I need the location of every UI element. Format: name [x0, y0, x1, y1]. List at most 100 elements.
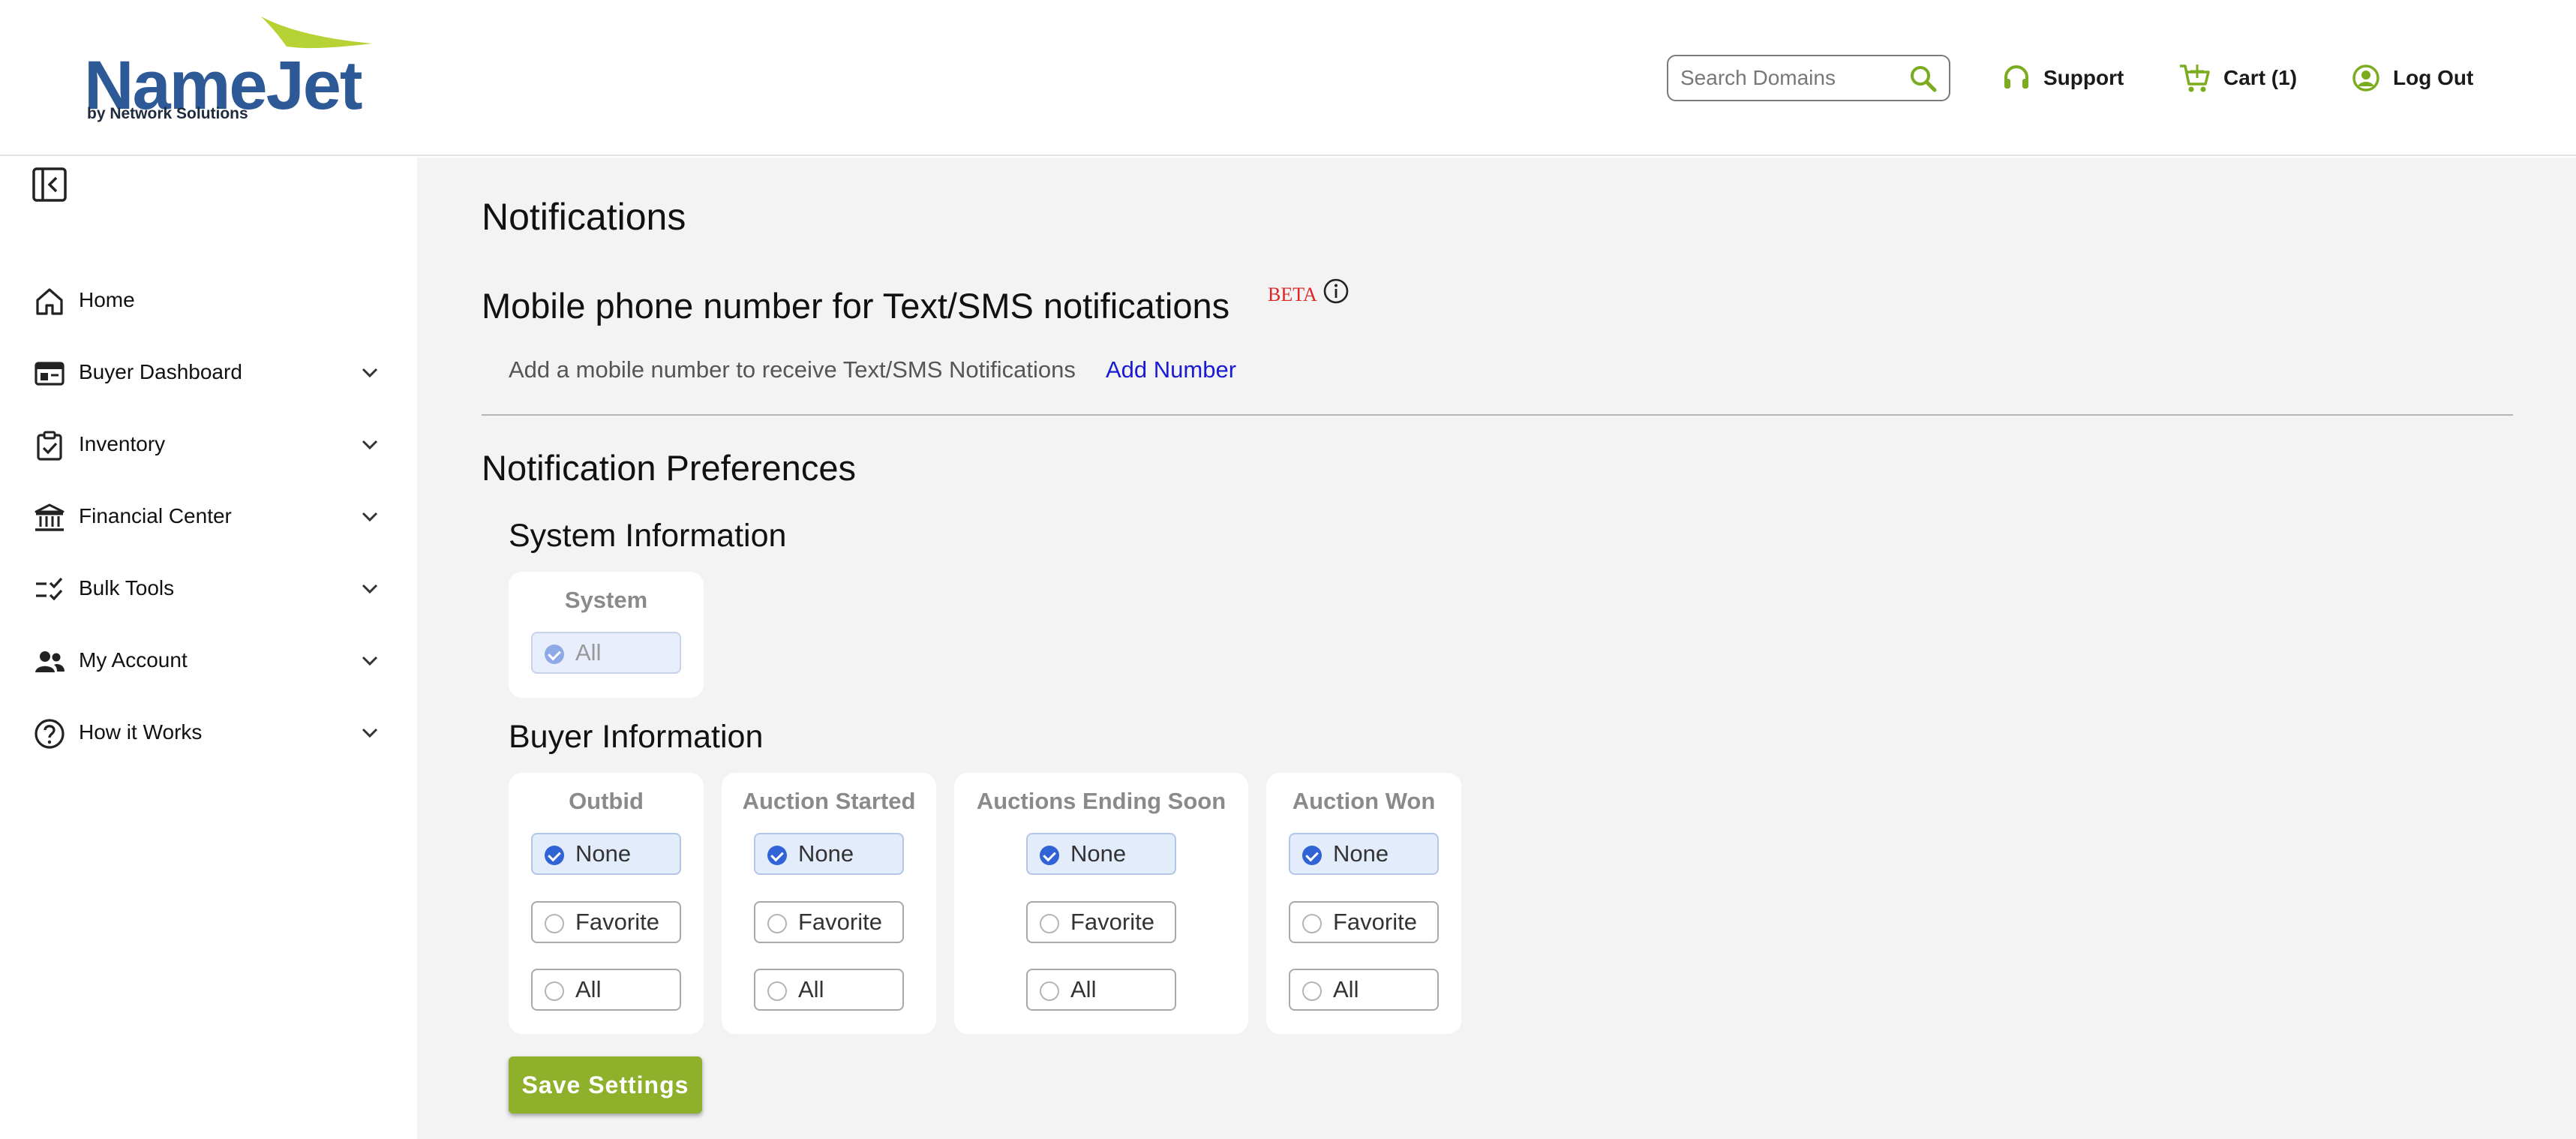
outbid-card: Outbid None Favorite All: [509, 773, 704, 1034]
radio-empty-icon: [545, 981, 564, 1001]
sidebar: Home Buyer Dashboard Inventory Financial…: [0, 158, 417, 1139]
sidebar-item-inventory[interactable]: Inventory: [0, 414, 417, 474]
preferences-heading: Notification Preferences: [482, 448, 856, 488]
auction-won-option-favorite[interactable]: Favorite: [1289, 901, 1439, 943]
outbid-option-favorite[interactable]: Favorite: [531, 901, 681, 943]
option-label: Favorite: [798, 909, 882, 935]
outbid-option-none[interactable]: None: [531, 833, 681, 875]
dashboard-icon: [35, 362, 65, 386]
buyer-info-heading: Buyer Information: [509, 719, 764, 755]
cart-icon: [2180, 65, 2210, 92]
user-circle-icon: [2352, 65, 2379, 92]
users-icon: [35, 651, 65, 672]
auction-started-card: Auction Started None Favorite All: [722, 773, 936, 1034]
option-label: All: [798, 976, 824, 1002]
option-label: None: [1070, 840, 1127, 867]
radio-empty-icon: [1302, 981, 1322, 1001]
chevron-down-icon: [362, 440, 378, 450]
auction-won-option-none[interactable]: None: [1289, 833, 1439, 875]
bank-icon: [35, 503, 65, 531]
option-label: None: [798, 840, 854, 867]
option-label: Favorite: [1070, 909, 1154, 935]
ending-soon-option-none[interactable]: None: [1026, 833, 1176, 875]
auction-started-option-all[interactable]: All: [754, 969, 904, 1011]
checklist-icon: [36, 577, 63, 601]
support-label: Support: [2043, 66, 2124, 89]
option-label: None: [1333, 840, 1389, 867]
support-link[interactable]: Support: [2001, 57, 2124, 99]
sidebar-item-how-it-works[interactable]: How it Works: [0, 702, 417, 762]
system-info-heading: System Information: [509, 518, 787, 554]
check-circle-icon: [545, 846, 564, 865]
check-circle-icon: [767, 846, 787, 865]
collapse-sidebar-icon[interactable]: [32, 167, 68, 203]
sidebar-item-my-account[interactable]: My Account: [0, 630, 417, 690]
sms-heading: Mobile phone number for Text/SMS notific…: [482, 286, 1230, 326]
ending-soon-option-favorite[interactable]: Favorite: [1026, 901, 1176, 943]
search-icon[interactable]: [1908, 64, 1938, 94]
headset-icon: [2004, 65, 2028, 89]
option-label: All: [575, 976, 602, 1002]
option-label: All: [575, 639, 602, 666]
clipboard-check-icon: [37, 431, 62, 461]
auction-started-option-none[interactable]: None: [754, 833, 904, 875]
auction-started-option-favorite[interactable]: Favorite: [754, 901, 904, 943]
sidebar-item-label: Home: [79, 288, 135, 311]
logout-link[interactable]: Log Out: [2351, 57, 2473, 99]
outbid-card-title: Outbid: [569, 788, 644, 814]
cart-link[interactable]: Cart (1): [2178, 57, 2297, 99]
system-option-all: All: [531, 632, 681, 674]
sidebar-item-label: Inventory: [79, 432, 166, 455]
chevron-down-icon: [362, 584, 378, 594]
search-input[interactable]: [1680, 62, 1905, 94]
option-label: None: [575, 840, 632, 867]
auction-won-card-title: Auction Won: [1292, 788, 1436, 814]
sidebar-item-bulk-tools[interactable]: Bulk Tools: [0, 558, 417, 618]
question-circle-icon: [35, 719, 65, 749]
sidebar-item-home[interactable]: Home: [0, 270, 417, 330]
chevron-down-icon: [362, 512, 378, 522]
radio-empty-icon: [767, 914, 787, 933]
option-label: Favorite: [575, 909, 659, 935]
radio-empty-icon: [1040, 981, 1059, 1001]
save-settings-button[interactable]: Save Settings: [509, 1056, 702, 1113]
radio-empty-icon: [545, 914, 564, 933]
check-circle-icon: [1302, 846, 1322, 865]
option-label: Favorite: [1333, 909, 1417, 935]
beta-badge: BETA: [1268, 284, 1317, 305]
sidebar-item-financial-center[interactable]: Financial Center: [0, 486, 417, 546]
auctions-ending-soon-card: Auctions Ending Soon None Favorite All: [954, 773, 1248, 1034]
cart-label: Cart (1): [2223, 66, 2298, 89]
sidebar-item-label: How it Works: [79, 720, 203, 744]
logo-tagline: by Network Solutions: [87, 105, 248, 122]
option-label: All: [1070, 976, 1097, 1002]
radio-empty-icon: [1302, 914, 1322, 933]
add-number-link[interactable]: Add Number: [1106, 356, 1236, 383]
check-circle-icon: [1040, 846, 1059, 865]
sms-prompt: Add a mobile number to receive Text/SMS …: [509, 356, 1076, 383]
ending-soon-option-all[interactable]: All: [1026, 969, 1176, 1011]
auctions-ending-soon-card-title: Auctions Ending Soon: [976, 788, 1226, 814]
home-icon: [36, 288, 63, 315]
chevron-down-icon: [362, 656, 378, 666]
sidebar-item-label: Buyer Dashboard: [79, 360, 242, 383]
outbid-option-all[interactable]: All: [531, 969, 681, 1011]
chevron-down-icon: [362, 728, 378, 738]
sidebar-item-label: Financial Center: [79, 504, 232, 527]
auction-won-option-all[interactable]: All: [1289, 969, 1439, 1011]
auction-started-card-title: Auction Started: [742, 788, 916, 814]
auction-won-card: Auction Won None Favorite All: [1266, 773, 1461, 1034]
system-card-title: System: [564, 587, 648, 613]
logout-label: Log Out: [2393, 66, 2474, 89]
namejet-logo[interactable]: NameJet by Network Solutions: [84, 17, 399, 129]
search-box: [1667, 55, 1950, 101]
sidebar-item-label: Bulk Tools: [79, 576, 175, 600]
sidebar-item-label: My Account: [79, 648, 188, 672]
check-circle-icon: [545, 645, 564, 664]
top-header: NameJet by Network Solutions Support Car…: [0, 0, 2576, 156]
section-divider: [482, 414, 2513, 416]
page-title: Notifications: [482, 196, 686, 238]
radio-empty-icon: [1040, 914, 1059, 933]
sidebar-item-buyer-dashboard[interactable]: Buyer Dashboard: [0, 342, 417, 402]
info-icon[interactable]: [1322, 277, 1350, 305]
